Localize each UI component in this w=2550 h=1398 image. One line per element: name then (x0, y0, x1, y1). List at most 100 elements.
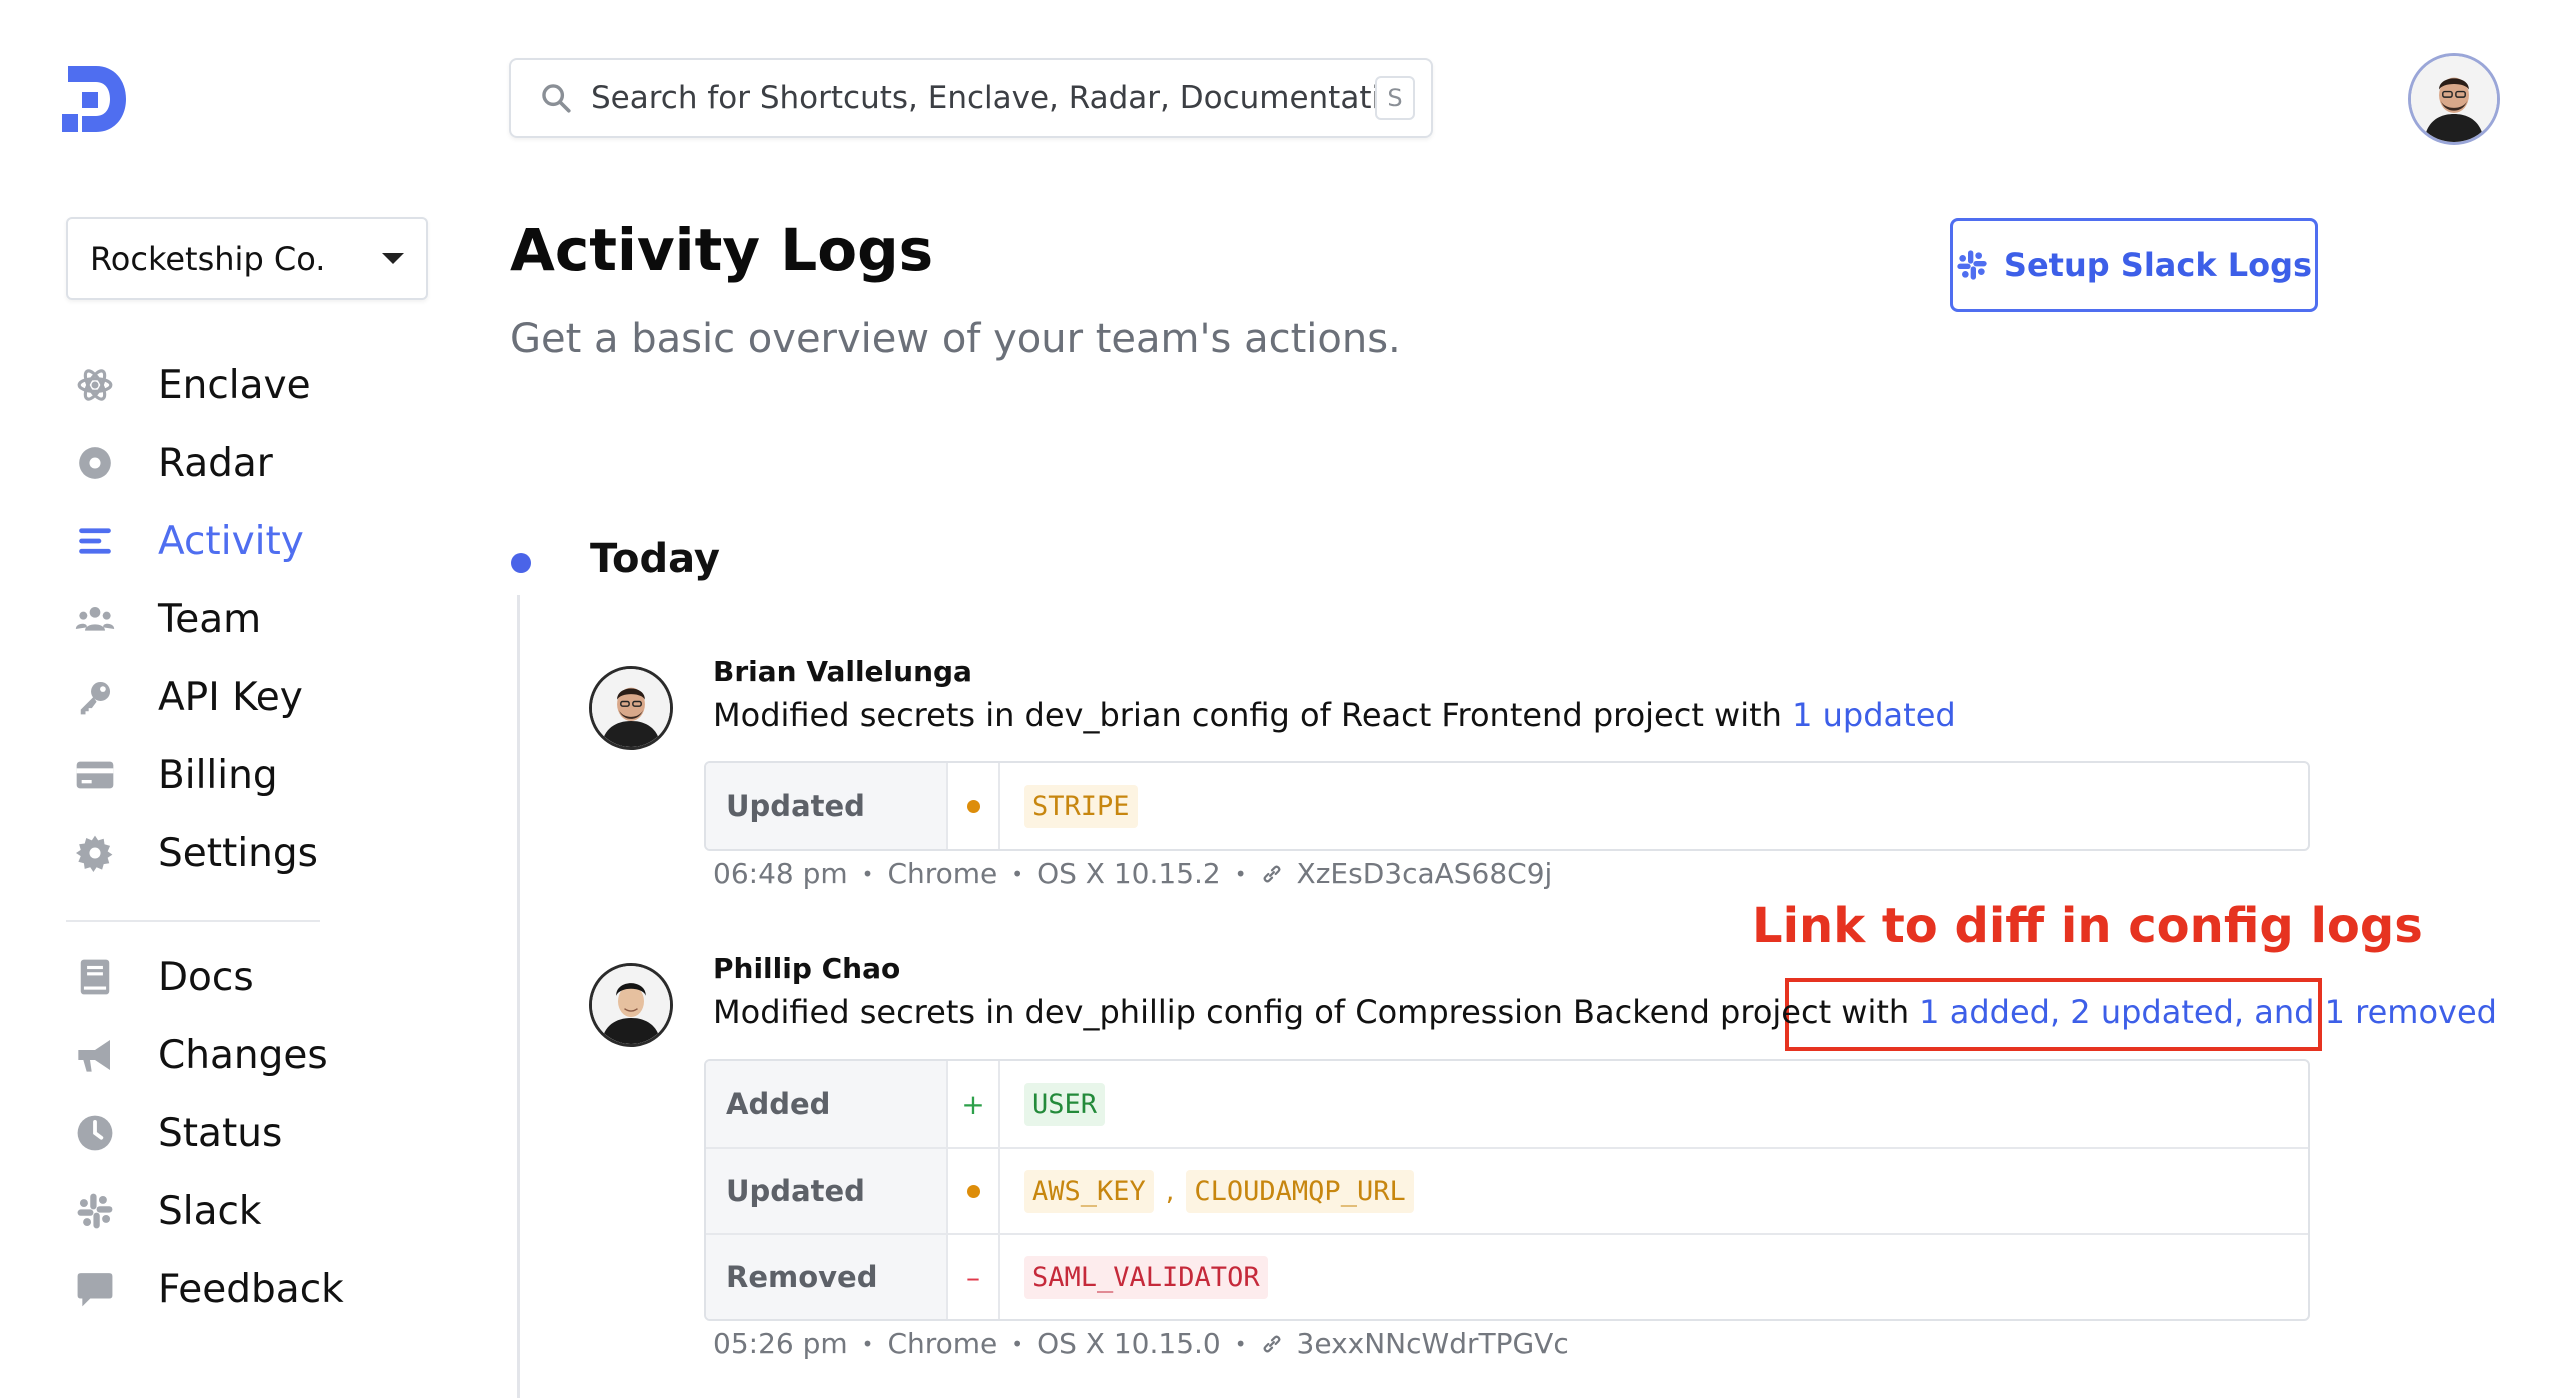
entry-description-text: Modified secrets in dev_brian config of … (713, 696, 1793, 734)
sidebar-item-changes[interactable]: Changes (72, 1025, 328, 1085)
secret-chip[interactable]: USER (1024, 1082, 1106, 1126)
search-shortcut-key: S (1375, 76, 1415, 120)
org-name: Rocketship Co. (90, 239, 326, 278)
entry-description: Modified secrets in dev_brian config of … (713, 696, 1956, 734)
sidebar-item-feedback[interactable]: Feedback (72, 1259, 344, 1319)
sidebar-item-enclave[interactable]: Enclave (72, 355, 311, 415)
link-icon (1263, 865, 1280, 882)
sidebar-item-label: Radar (158, 440, 273, 486)
team-icon (72, 596, 118, 642)
diff-row-values: STRIPE (1000, 763, 2308, 849)
sidebar-item-label: Slack (158, 1188, 262, 1234)
user-avatar[interactable] (2408, 53, 2500, 145)
sidebar-item-label: Docs (158, 954, 254, 1000)
secret-chip[interactable]: CLOUDAMQP_URL (1186, 1169, 1414, 1213)
timeline-line (517, 595, 520, 1398)
sidebar-item-label: Status (158, 1110, 283, 1156)
diff-row-added: Added + USER (706, 1061, 2308, 1147)
entry-time: 06:48 pm (713, 857, 848, 890)
megaphone-icon (72, 1032, 118, 1078)
entry-description: Modified secrets in dev_phillip config o… (713, 993, 2497, 1031)
list-icon (72, 518, 118, 564)
sidebar-item-docs[interactable]: Docs (72, 947, 254, 1007)
sidebar-item-label: Billing (158, 752, 278, 798)
entry-time: 05:26 pm (713, 1327, 848, 1360)
diff-row-values: AWS_KEY , CLOUDAMQP_URL (1000, 1149, 2308, 1233)
sidebar-item-label: Feedback (158, 1266, 344, 1312)
sidebar-item-label: API Key (158, 674, 303, 720)
entry-browser: Chrome (887, 857, 998, 890)
sidebar-item-activity[interactable]: Activity (72, 511, 304, 571)
diff-row-label: Updated (706, 1149, 948, 1233)
search-placeholder: Search for Shortcuts, Enclave, Radar, Do… (591, 80, 1375, 116)
link-icon (1263, 1335, 1280, 1352)
diff-table: Updated STRIPE (704, 761, 2310, 851)
sidebar-item-label: Settings (158, 830, 318, 876)
timeline-day-label: Today (590, 536, 720, 582)
key-icon (72, 674, 118, 720)
diff-row-label: Updated (706, 763, 948, 849)
sidebar-item-slack[interactable]: Slack (72, 1181, 262, 1241)
secret-chip[interactable]: STRIPE (1024, 784, 1138, 828)
secret-chip[interactable]: SAML_VALIDATOR (1024, 1255, 1268, 1299)
sidebar-item-label: Team (158, 596, 262, 642)
search-input[interactable]: Search for Shortcuts, Enclave, Radar, Do… (509, 58, 1433, 138)
entry-log-id[interactable]: 3exxNNcWdrTPGVc (1297, 1327, 1569, 1360)
sidebar-item-settings[interactable]: Settings (72, 823, 318, 883)
diff-row-updated: Updated STRIPE (706, 763, 2308, 849)
atom-icon (72, 362, 118, 408)
sidebar-item-api-key[interactable]: API Key (72, 667, 303, 727)
page-title: Activity Logs (510, 216, 934, 284)
entry-user-name: Phillip Chao (713, 952, 901, 985)
secret-chip[interactable]: AWS_KEY (1024, 1169, 1154, 1213)
plus-icon: + (948, 1061, 1000, 1147)
minus-icon: – (948, 1235, 1000, 1319)
updated-dot-icon (948, 1149, 1000, 1233)
slack-icon (1957, 250, 1987, 280)
sidebar-divider (66, 920, 320, 922)
sidebar-item-billing[interactable]: Billing (72, 745, 278, 805)
sidebar-item-label: Activity (158, 518, 304, 564)
diff-table: Added + USER Updated AWS_KEY , CLOUDAMQP… (704, 1059, 2310, 1321)
diff-row-values: SAML_VALIDATOR (1000, 1235, 2308, 1319)
radar-icon (72, 440, 118, 486)
page-subtitle: Get a basic overview of your team's acti… (510, 316, 1401, 362)
doppler-logo[interactable] (62, 66, 128, 132)
entry-user-name: Brian Vallelunga (713, 655, 972, 688)
diff-row-updated: Updated AWS_KEY , CLOUDAMQP_URL (706, 1147, 2308, 1233)
diff-link[interactable]: 1 added, 2 updated, and 1 removed (1919, 993, 2497, 1031)
setup-slack-logs-button[interactable]: Setup Slack Logs (1950, 218, 2318, 312)
entry-description-text: Modified secrets in dev_phillip config o… (713, 993, 1910, 1031)
credit-card-icon (72, 752, 118, 798)
entry-browser: Chrome (887, 1327, 998, 1360)
diff-row-label: Added (706, 1061, 948, 1147)
slack-icon (72, 1188, 118, 1234)
avatar (589, 666, 673, 750)
sidebar-item-label: Enclave (158, 362, 311, 408)
org-selector[interactable]: Rocketship Co. (66, 217, 428, 300)
sidebar-item-label: Changes (158, 1032, 328, 1078)
sidebar-item-team[interactable]: Team (72, 589, 261, 649)
book-icon (72, 954, 118, 1000)
sidebar-item-radar[interactable]: Radar (72, 433, 273, 493)
gear-icon (72, 830, 118, 876)
diff-row-values: USER (1000, 1061, 2308, 1147)
search-icon (542, 84, 571, 113)
diff-row-label: Removed (706, 1235, 948, 1319)
entry-os: OS X 10.15.0 (1037, 1327, 1221, 1360)
sidebar-item-status[interactable]: Status (72, 1103, 282, 1163)
chat-bubble-icon (72, 1266, 118, 1312)
entry-meta: 05:26 pm • Chrome • OS X 10.15.0 • 3exxN… (713, 1327, 1569, 1360)
separator: , (1165, 1175, 1175, 1207)
clock-icon (72, 1110, 118, 1156)
annotation-label: Link to diff in config logs (1752, 898, 2423, 954)
avatar (589, 963, 673, 1047)
entry-meta: 06:48 pm • Chrome • OS X 10.15.2 • XzEsD… (713, 857, 1553, 890)
diff-link[interactable]: 1 updated (1792, 696, 1956, 734)
updated-dot-icon (948, 763, 1000, 849)
diff-row-removed: Removed – SAML_VALIDATOR (706, 1233, 2308, 1319)
entry-os: OS X 10.15.2 (1037, 857, 1221, 890)
chevron-down-icon (382, 253, 404, 264)
setup-slack-logs-label: Setup Slack Logs (2003, 246, 2313, 284)
entry-log-id[interactable]: XzEsD3caAS68C9j (1297, 857, 1553, 890)
